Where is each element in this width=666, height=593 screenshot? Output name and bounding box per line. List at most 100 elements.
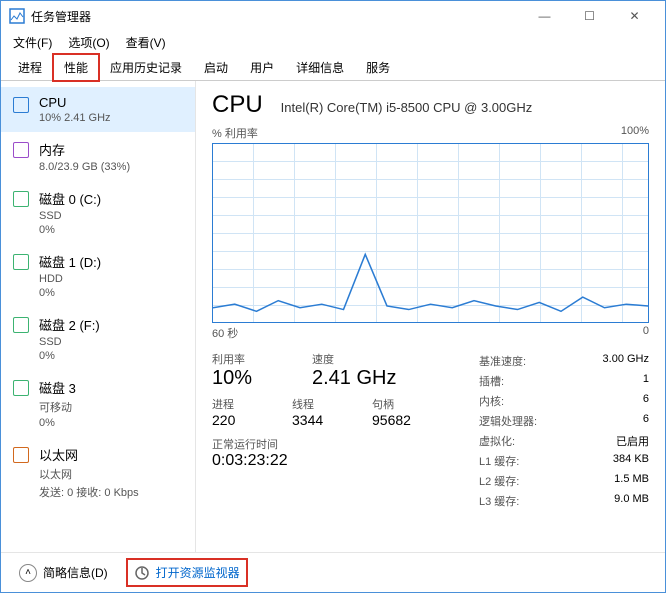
right-stat-row-1: 插槽: 1 [479,371,649,391]
sidebar-item-3[interactable]: 磁盘 1 (D:)HDD0% [1,244,195,307]
tab-startup[interactable]: 启动 [193,54,239,81]
cpu-stats-left: 利用率 10% 速度 2.41 GHz 进程 220 [212,351,449,511]
right-stat-label: L2 缓存: [479,473,519,489]
footer: ˄ 简略信息(D) 打开资源监视器 [1,552,665,592]
right-stat-row-5: L1 缓存: 384 KB [479,451,649,471]
right-stat-value: 384 KB [613,453,649,469]
threads-label: 线程 [292,396,342,412]
right-stat-row-2: 内核: 6 [479,391,649,411]
cpu-stats-right: 基准速度:3.00 GHz插槽:1内核:6逻辑处理器:6虚拟化:已启用L1 缓存… [479,351,649,511]
processes-value: 220 [212,412,262,428]
right-stat-value: 3.00 GHz [603,353,649,369]
chart-ylabel: % 利用率 [212,125,258,141]
utilization-value: 10% [212,367,282,390]
sidebar-item-5[interactable]: 磁盘 3可移动0% [1,370,195,437]
cpu-line-icon [213,144,648,322]
performance-sidebar: CPU 10% 2.41 GHz 内存 8.0/23.9 GB (33%) 磁盘 0 (… [1,81,196,552]
sidebar-item-4[interactable]: 磁盘 2 (F:)SSD0% [1,307,195,370]
threads-value: 3344 [292,412,342,428]
maximize-button[interactable]: ☐ [567,1,612,31]
sidebar-item-6[interactable]: 以太网以太网发送: 0 接收: 0 Kbps [1,437,195,508]
sidebar-item-sub: 10% 2.41 GHz [39,112,111,124]
speed-label: 速度 [312,351,396,367]
right-stat-row-4: 虚拟化: 已启用 [479,431,649,451]
cpu-chart [212,143,649,323]
tab-app-history[interactable]: 应用历史记录 [99,54,193,81]
right-stat-row-7: L3 缓存: 9.0 MB [479,491,649,511]
right-stat-value: 1.5 MB [614,473,649,489]
fewer-details-button[interactable]: ˄ 简略信息(D) [13,560,114,586]
content-area: CPU10% 2.41 GHz内存8.0/23.9 GB (33%)磁盘 0 (… [1,81,665,552]
sidebar-item-name: 磁盘 1 (D:) [39,252,101,271]
green-square-icon [13,191,29,207]
cpu-title: CPU [212,91,263,119]
chart-ymax: 100% [621,125,649,141]
right-stat-label: L1 缓存: [479,453,519,469]
purple-square-icon [13,142,29,158]
right-stat-label: L3 缓存: [479,493,519,509]
uptime-value: 0:03:23:22 [212,452,449,470]
sidebar-item-sub2: 0% [39,224,101,236]
right-stat-value: 1 [643,373,649,389]
titlebar: 任务管理器 — ☐ ✕ [1,1,665,31]
green-square-icon [13,254,29,270]
handles-value: 95682 [372,412,422,428]
open-resource-monitor-label: 打开资源监视器 [156,564,240,581]
menubar: 文件(F) 选项(O) 查看(V) [1,31,665,53]
chart-xmax: 0 [643,325,649,341]
right-stat-label: 内核: [479,393,504,409]
speed-value: 2.41 GHz [312,367,396,390]
sidebar-item-sub2: 0% [39,350,100,362]
right-stat-label: 虚拟化: [479,433,515,449]
window-title: 任务管理器 [31,8,522,25]
tab-users[interactable]: 用户 [239,54,285,81]
sidebar-item-name: 磁盘 0 (C:) [39,189,101,208]
right-stat-value: 9.0 MB [614,493,649,509]
sidebar-item-sub: SSD [39,210,101,222]
sidebar-item-0[interactable]: CPU 10% 2.41 GHz [1,87,195,132]
resource-monitor-icon [134,565,150,581]
sidebar-item-sub: 8.0/23.9 GB (33%) [39,161,130,173]
sidebar-item-name: 磁盘 3 [39,378,76,397]
tab-processes[interactable]: 进程 [7,54,53,81]
sidebar-item-name: 以太网 [39,445,139,464]
open-resource-monitor-button[interactable]: 打开资源监视器 [128,560,246,585]
app-icon [9,8,25,24]
right-stat-label: 插槽: [479,373,504,389]
tabbar: 进程 性能 应用历史记录 启动 用户 详细信息 服务 [1,53,665,81]
cpu-detail-panel: CPU Intel(R) Core(TM) i5-8500 CPU @ 3.00… [196,81,665,552]
tab-performance[interactable]: 性能 [53,54,99,81]
menu-file[interactable]: 文件(F) [5,32,60,53]
green-square-icon [13,317,29,333]
right-stat-value: 6 [643,393,649,409]
cpu-model: Intel(R) Core(TM) i5-8500 CPU @ 3.00GHz [281,100,533,115]
sidebar-item-name: CPU [39,95,111,110]
handles-label: 句柄 [372,396,422,412]
uptime-label: 正常运行时间 [212,436,449,452]
sidebar-item-sub: HDD [39,273,101,285]
right-stat-row-3: 逻辑处理器:6 [479,411,649,431]
close-button[interactable]: ✕ [612,1,657,31]
sidebar-item-2[interactable]: 磁盘 0 (C:) SSD 0% [1,181,195,244]
sidebar-item-name: 内存 [39,140,130,159]
orange-square-icon [13,447,29,463]
menu-options[interactable]: 选项(O) [60,32,117,53]
green-square-icon [13,380,29,396]
right-stat-row-6: L2 缓存: 1.5 MB [479,471,649,491]
sidebar-item-sub: SSD [39,336,100,348]
right-stat-label: 基准速度: [479,353,526,369]
menu-view[interactable]: 查看(V) [118,32,174,53]
minimize-button[interactable]: — [522,1,567,31]
sidebar-item-1[interactable]: 内存 8.0/23.9 GB (33%) [1,132,195,181]
processes-label: 进程 [212,396,262,412]
tab-services[interactable]: 服务 [355,54,401,81]
blue-square-icon [13,97,29,113]
right-stat-value: 已启用 [616,433,649,449]
right-stat-value: 6 [643,413,649,429]
tab-details[interactable]: 详细信息 [285,54,355,81]
sidebar-item-sub2: 发送: 0 接收: 0 Kbps [39,484,139,500]
sidebar-item-sub: 以太网 [39,466,139,482]
fewer-details-label: 简略信息(D) [43,564,108,581]
task-manager-window: 任务管理器 — ☐ ✕ 文件(F) 选项(O) 查看(V) 进程 性能 应用历史… [0,0,666,593]
chart-xlabel: 60 秒 [212,325,238,341]
